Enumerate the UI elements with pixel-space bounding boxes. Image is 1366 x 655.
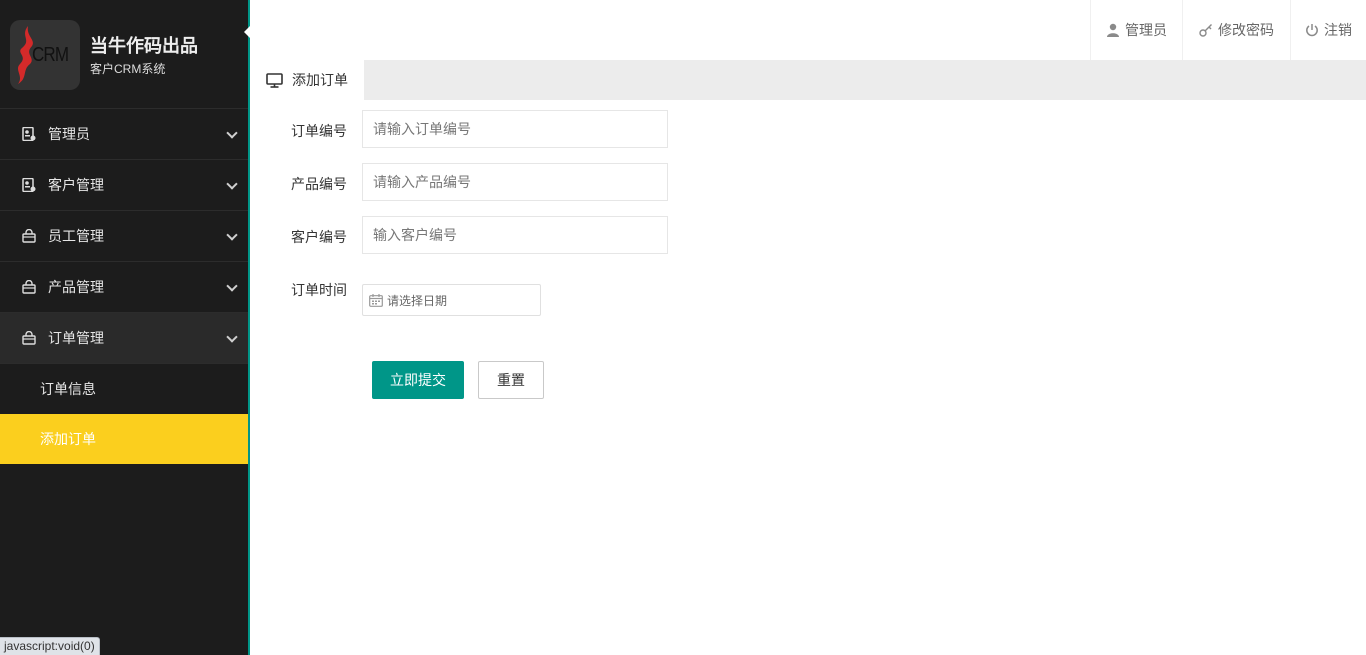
product-no-input[interactable]	[362, 163, 668, 201]
sidebar-item-orders[interactable]: 订单管理	[0, 313, 248, 364]
user-menu-button[interactable]: 管理员	[1090, 0, 1182, 60]
sidebar-item-employees[interactable]: 员工管理	[0, 211, 248, 262]
sidebar-item-label: 员工管理	[48, 228, 104, 244]
collapse-sidebar-icon[interactable]	[244, 26, 250, 38]
product-no-label: 产品编号	[291, 176, 347, 192]
customer-no-label: 客户编号	[291, 229, 347, 245]
logout-label: 注销	[1324, 22, 1352, 38]
power-icon	[1306, 24, 1318, 37]
order-time-label: 订单时间	[291, 282, 347, 298]
logo-text: CRM	[32, 44, 69, 66]
id-card-icon	[22, 127, 36, 141]
chevron-down-icon	[226, 331, 238, 343]
sidebar-item-customers[interactable]: 客户管理	[0, 160, 248, 211]
chevron-down-icon	[226, 280, 238, 292]
chevron-down-icon	[226, 178, 238, 190]
user-icon	[1107, 23, 1119, 37]
logo[interactable]: CRM	[10, 20, 80, 90]
sidebar-item-products[interactable]: 产品管理	[0, 262, 248, 313]
top-header: 管理员 修改密码 注销	[252, 0, 1366, 60]
basket-icon	[22, 280, 36, 294]
tab-bar: 添加订单	[252, 60, 1366, 100]
brand: CRM 当牛作码出品 客户CRM系统	[0, 0, 250, 109]
logout-button[interactable]: 注销	[1290, 0, 1366, 60]
date-placeholder: 请选择日期	[387, 293, 448, 308]
change-password-button[interactable]: 修改密码	[1182, 0, 1290, 60]
order-no-label: 订单编号	[291, 123, 347, 139]
status-bar-url: javascript:void(0)	[0, 637, 100, 655]
user-name: 管理员	[1125, 22, 1167, 38]
sidebar: CRM 当牛作码出品 客户CRM系统 管理员 客户管理 员工管理 产品管理 订单…	[0, 0, 250, 655]
brand-title: 当牛作码出品	[90, 36, 198, 56]
submit-button[interactable]: 立即提交	[372, 361, 464, 399]
order-no-input[interactable]	[362, 110, 668, 148]
chevron-down-icon	[226, 127, 238, 139]
calendar-icon	[369, 293, 383, 307]
brand-subtitle: 客户CRM系统	[90, 62, 166, 76]
sidebar-item-label: 订单管理	[48, 330, 104, 346]
change-password-label: 修改密码	[1218, 22, 1274, 38]
sidebar-item-label: 产品管理	[48, 279, 104, 295]
sidebar-item-admin[interactable]: 管理员	[0, 109, 248, 160]
reset-button[interactable]: 重置	[478, 361, 544, 399]
sidebar-item-label: 管理员	[48, 126, 90, 142]
sidebar-subitem-order-info[interactable]: 订单信息	[0, 364, 248, 414]
key-icon	[1199, 24, 1212, 37]
chevron-down-icon	[226, 229, 238, 241]
sidebar-item-label: 客户管理	[48, 177, 104, 193]
tab-add-order[interactable]: 添加订单	[252, 60, 364, 100]
monitor-icon	[266, 72, 283, 88]
basket-icon	[22, 229, 36, 243]
basket-icon	[22, 331, 36, 345]
sidebar-subitem-add-order[interactable]: 添加订单	[0, 414, 248, 464]
order-date-picker[interactable]: 请选择日期	[362, 284, 541, 316]
id-card-icon	[22, 178, 36, 192]
tab-label: 添加订单	[292, 72, 348, 88]
customer-no-input[interactable]	[362, 216, 668, 254]
